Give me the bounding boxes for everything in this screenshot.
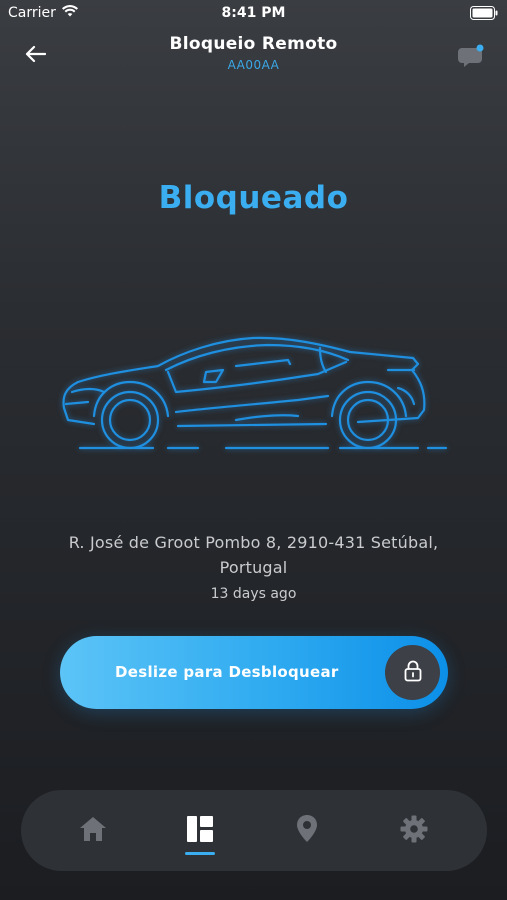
nav-item-settings[interactable] <box>384 790 444 871</box>
status-bar: Carrier 8:41 PM <box>0 0 507 28</box>
gear-icon <box>399 814 429 848</box>
plate-number: AA00AA <box>227 58 280 72</box>
title-group: Bloqueio Remoto AA00AA <box>0 34 507 72</box>
page-title: Bloqueio Remoto <box>169 34 338 54</box>
bottom-nav <box>21 790 487 871</box>
slider-knob[interactable] <box>385 645 440 700</box>
dashboard-icon <box>185 815 215 847</box>
location-time-ago: 13 days ago <box>210 586 297 602</box>
lock-icon <box>404 660 422 686</box>
nav-item-location[interactable] <box>277 790 337 871</box>
battery-icon <box>470 6 498 24</box>
chat-button[interactable] <box>455 42 485 70</box>
lock-status: Bloqueado <box>158 180 349 216</box>
notification-dot <box>476 44 484 52</box>
nav-item-dashboard[interactable] <box>170 790 230 871</box>
nav-active-indicator <box>185 852 215 855</box>
location-pin-icon <box>295 814 319 848</box>
slider-label: Deslize para Desbloquear <box>115 663 339 681</box>
car-illustration <box>58 330 453 455</box>
location-address: R. José de Groot Pombo 8, 2910-431 Setúb… <box>68 533 439 577</box>
home-icon <box>78 815 108 847</box>
header: Bloqueio Remoto AA00AA <box>0 30 507 80</box>
unlock-slider[interactable]: Deslize para Desbloquear <box>60 636 448 709</box>
status-time: 8:41 PM <box>221 5 286 21</box>
chat-bubble-icon <box>455 44 485 74</box>
nav-item-home[interactable] <box>63 790 123 871</box>
